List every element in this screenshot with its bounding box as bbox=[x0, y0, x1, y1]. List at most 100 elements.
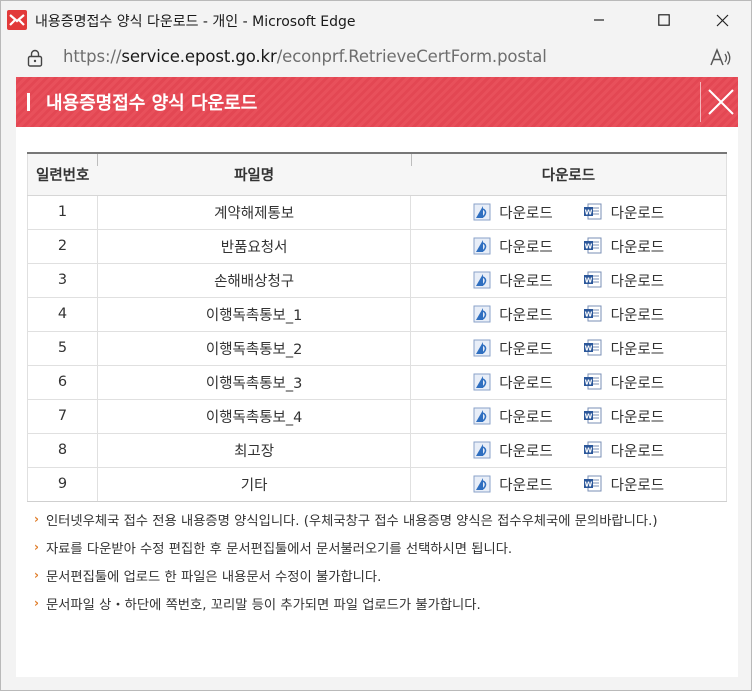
serial-cell: 1 bbox=[27, 195, 98, 230]
page-content: 내용증명접수 양식 다운로드 일련번호 파일명 다운로드 1 계약해제통보 다운로드… bbox=[16, 77, 738, 677]
address-bar[interactable]: https://service.epost.go.kr/econprf.Retr… bbox=[1, 39, 751, 77]
word-doc-icon: W bbox=[583, 203, 602, 220]
filename-cell: 기타 bbox=[96, 467, 411, 502]
header-serial: 일련번호 bbox=[27, 153, 98, 196]
download-cell: 다운로드 W 다운로드 bbox=[410, 433, 727, 468]
filename-cell: 반품요청서 bbox=[96, 229, 411, 264]
note-text: 문서편집툴에 업로드 한 파일은 내용문서 수정이 불가합니다. bbox=[45, 569, 382, 585]
filename-cell: 이행독촉통보_3 bbox=[96, 365, 411, 400]
download-label: 다운로드 bbox=[499, 443, 553, 460]
download-label: 다운로드 bbox=[610, 341, 665, 358]
chevron-right-icon: › bbox=[34, 596, 39, 610]
serial-cell: 7 bbox=[27, 399, 98, 434]
table-row: 1 계약해제통보 다운로드 W 다운로드 bbox=[27, 195, 727, 230]
download-label: 다운로드 bbox=[610, 409, 665, 426]
filename-cell: 계약해제통보 bbox=[96, 195, 411, 230]
word-doc-icon: W bbox=[583, 407, 602, 424]
url-text[interactable]: https://service.epost.go.kr/econprf.Retr… bbox=[63, 47, 547, 66]
download-label: 다운로드 bbox=[499, 375, 553, 392]
hwp-file-icon bbox=[473, 475, 491, 493]
minimize-button[interactable] bbox=[576, 1, 622, 39]
hwp-file-icon bbox=[473, 407, 491, 425]
svg-text:W: W bbox=[584, 243, 592, 251]
svg-text:W: W bbox=[584, 345, 592, 353]
filename-cell: 이행독촉통보_4 bbox=[96, 399, 411, 434]
word-doc-icon: W bbox=[583, 475, 602, 492]
download-cell: 다운로드 W 다운로드 bbox=[410, 263, 727, 298]
svg-text:W: W bbox=[584, 447, 592, 455]
download-doc-link[interactable]: W 다운로드 bbox=[583, 304, 664, 325]
table-row: 4 이행독촉통보_1 다운로드 W 다운로드 bbox=[27, 297, 727, 332]
svg-text:W: W bbox=[584, 481, 592, 489]
svg-text:W: W bbox=[584, 277, 592, 285]
maximize-icon bbox=[658, 14, 670, 26]
table-row: 2 반품요청서 다운로드 W 다운로드 bbox=[27, 229, 727, 264]
download-doc-link[interactable]: W 다운로드 bbox=[583, 338, 664, 359]
download-cell: 다운로드 W 다운로드 bbox=[410, 331, 727, 366]
popup-close-button[interactable] bbox=[700, 82, 738, 122]
download-doc-link[interactable]: W 다운로드 bbox=[583, 270, 664, 291]
filename-cell: 이행독촉통보_1 bbox=[96, 297, 411, 332]
download-doc-link[interactable]: W 다운로드 bbox=[583, 474, 664, 495]
download-doc-link[interactable]: W 다운로드 bbox=[583, 236, 664, 257]
hwp-file-icon bbox=[473, 271, 491, 289]
download-cell: 다운로드 W 다운로드 bbox=[410, 229, 727, 264]
download-cell: 다운로드 W 다운로드 bbox=[410, 365, 727, 400]
table-row: 8 최고장 다운로드 W 다운로드 bbox=[27, 433, 727, 468]
svg-text:W: W bbox=[584, 379, 592, 387]
lock-icon[interactable] bbox=[25, 48, 45, 68]
table-row: 9 기타 다운로드 W 다운로드 bbox=[27, 467, 727, 502]
form-download-table: 일련번호 파일명 다운로드 1 계약해제통보 다운로드 W 다운로드 2 반품요청서 다운로드… bbox=[27, 152, 727, 502]
download-doc-link[interactable]: W 다운로드 bbox=[583, 372, 664, 393]
serial-cell: 2 bbox=[27, 229, 98, 264]
close-window-button[interactable] bbox=[699, 1, 745, 39]
table-row: 3 손해배상청구 다운로드 W 다운로드 bbox=[27, 263, 727, 298]
maximize-button[interactable] bbox=[641, 1, 687, 39]
filename-cell: 이행독촉통보_2 bbox=[96, 331, 411, 366]
download-hwp-link[interactable]: 다운로드 bbox=[473, 406, 553, 427]
browser-window: 내용증명접수 양식 다운로드 - 개인 - Microsoft Edge htt… bbox=[0, 0, 752, 691]
note-text: 인터넷우체국 접수 전용 내용증명 양식입니다. (우체국창구 접수 내용증명 … bbox=[45, 513, 658, 529]
note-item: › 문서편집툴에 업로드 한 파일은 내용문서 수정이 불가합니다. bbox=[34, 561, 658, 589]
hwp-file-icon bbox=[473, 305, 491, 323]
download-hwp-link[interactable]: 다운로드 bbox=[473, 440, 553, 461]
download-cell: 다운로드 W 다운로드 bbox=[410, 399, 727, 434]
download-cell: 다운로드 W 다운로드 bbox=[410, 467, 727, 502]
serial-cell: 9 bbox=[27, 467, 98, 502]
download-label: 다운로드 bbox=[610, 307, 665, 324]
url-path: /econprf.RetrieveCertForm.postal bbox=[276, 47, 547, 66]
download-doc-link[interactable]: W 다운로드 bbox=[583, 202, 664, 223]
word-doc-icon: W bbox=[583, 271, 602, 288]
download-hwp-link[interactable]: 다운로드 bbox=[473, 270, 553, 291]
download-hwp-link[interactable]: 다운로드 bbox=[473, 338, 553, 359]
window-title: 내용증명접수 양식 다운로드 - 개인 - Microsoft Edge bbox=[35, 14, 356, 30]
table-row: 6 이행독촉통보_3 다운로드 W 다운로드 bbox=[27, 365, 727, 400]
download-label: 다운로드 bbox=[499, 409, 553, 426]
download-hwp-link[interactable]: 다운로드 bbox=[473, 474, 553, 495]
epost-logo-icon bbox=[7, 10, 27, 30]
read-aloud-icon[interactable] bbox=[709, 48, 733, 68]
word-doc-icon: W bbox=[583, 441, 602, 458]
download-doc-link[interactable]: W 다운로드 bbox=[583, 406, 664, 427]
download-hwp-link[interactable]: 다운로드 bbox=[473, 236, 553, 257]
word-doc-icon: W bbox=[583, 237, 602, 254]
download-doc-link[interactable]: W 다운로드 bbox=[583, 440, 664, 461]
word-doc-icon: W bbox=[583, 305, 602, 322]
table-row: 5 이행독촉통보_2 다운로드 W 다운로드 bbox=[27, 331, 727, 366]
header-filename: 파일명 bbox=[97, 153, 411, 196]
word-doc-icon: W bbox=[583, 373, 602, 390]
table-body: 1 계약해제통보 다운로드 W 다운로드 2 반품요청서 다운로드 W 다운로드 3 손해배상청구 다운… bbox=[27, 195, 727, 502]
banner-accent-bar bbox=[27, 93, 30, 111]
header-banner: 내용증명접수 양식 다운로드 bbox=[16, 77, 738, 127]
title-bar: 내용증명접수 양식 다운로드 - 개인 - Microsoft Edge bbox=[1, 1, 751, 39]
download-hwp-link[interactable]: 다운로드 bbox=[473, 202, 553, 223]
download-label: 다운로드 bbox=[610, 477, 665, 494]
table-header-row: 일련번호 파일명 다운로드 bbox=[27, 153, 727, 196]
download-hwp-link[interactable]: 다운로드 bbox=[473, 304, 553, 325]
download-hwp-link[interactable]: 다운로드 bbox=[473, 372, 553, 393]
notes-list: › 인터넷우체국 접수 전용 내용증명 양식입니다. (우체국창구 접수 내용증명… bbox=[34, 505, 658, 617]
download-label: 다운로드 bbox=[499, 205, 553, 222]
download-cell: 다운로드 W 다운로드 bbox=[410, 297, 727, 332]
hwp-file-icon bbox=[473, 441, 491, 459]
url-scheme: https:// bbox=[63, 47, 122, 66]
